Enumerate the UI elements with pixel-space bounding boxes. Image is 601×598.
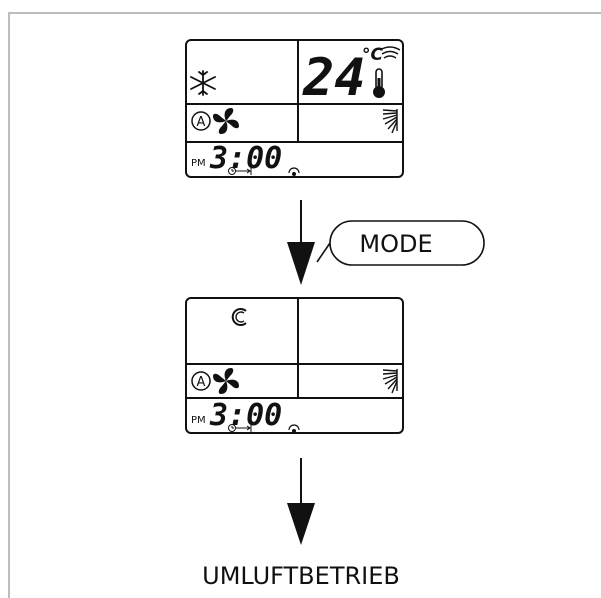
transition-arrow-1 [287,200,315,285]
sensor-dot-icon [288,167,300,176]
snowflake-icon [190,70,216,96]
svg-text:A: A [197,115,206,130]
svg-text:A: A [197,375,206,390]
auto-mode-indicator: A [191,111,211,131]
swing-icon [382,109,398,134]
time-period: PM [191,415,206,426]
time-period: PM [191,158,206,169]
thermometer-icon [373,68,385,98]
transition-arrow-2 [287,458,315,545]
signal-icon [379,46,401,59]
result-label: UMLUFTBETRIEB [202,562,400,590]
temperature-readout: 24 [302,48,366,108]
auto-mode-indicator: A [191,371,211,391]
sensor-dot-icon [288,424,300,433]
lcd-panel-before: 24 °C A PM 3:00 [185,39,404,178]
mode-diagram: 24 °C A PM 3:00 MODE A PM 3:00 UMLUFTBET… [185,39,485,590]
lcd-panel-after: A PM 3:00 [185,297,404,434]
temperature-unit: °C [362,45,384,65]
mode-button-label: MODE [359,230,432,258]
fan-icon [213,108,239,134]
mode-button[interactable]: MODE [316,220,485,266]
fan-icon [213,368,239,394]
swing-icon [382,369,398,394]
recirculation-icon [231,308,247,326]
